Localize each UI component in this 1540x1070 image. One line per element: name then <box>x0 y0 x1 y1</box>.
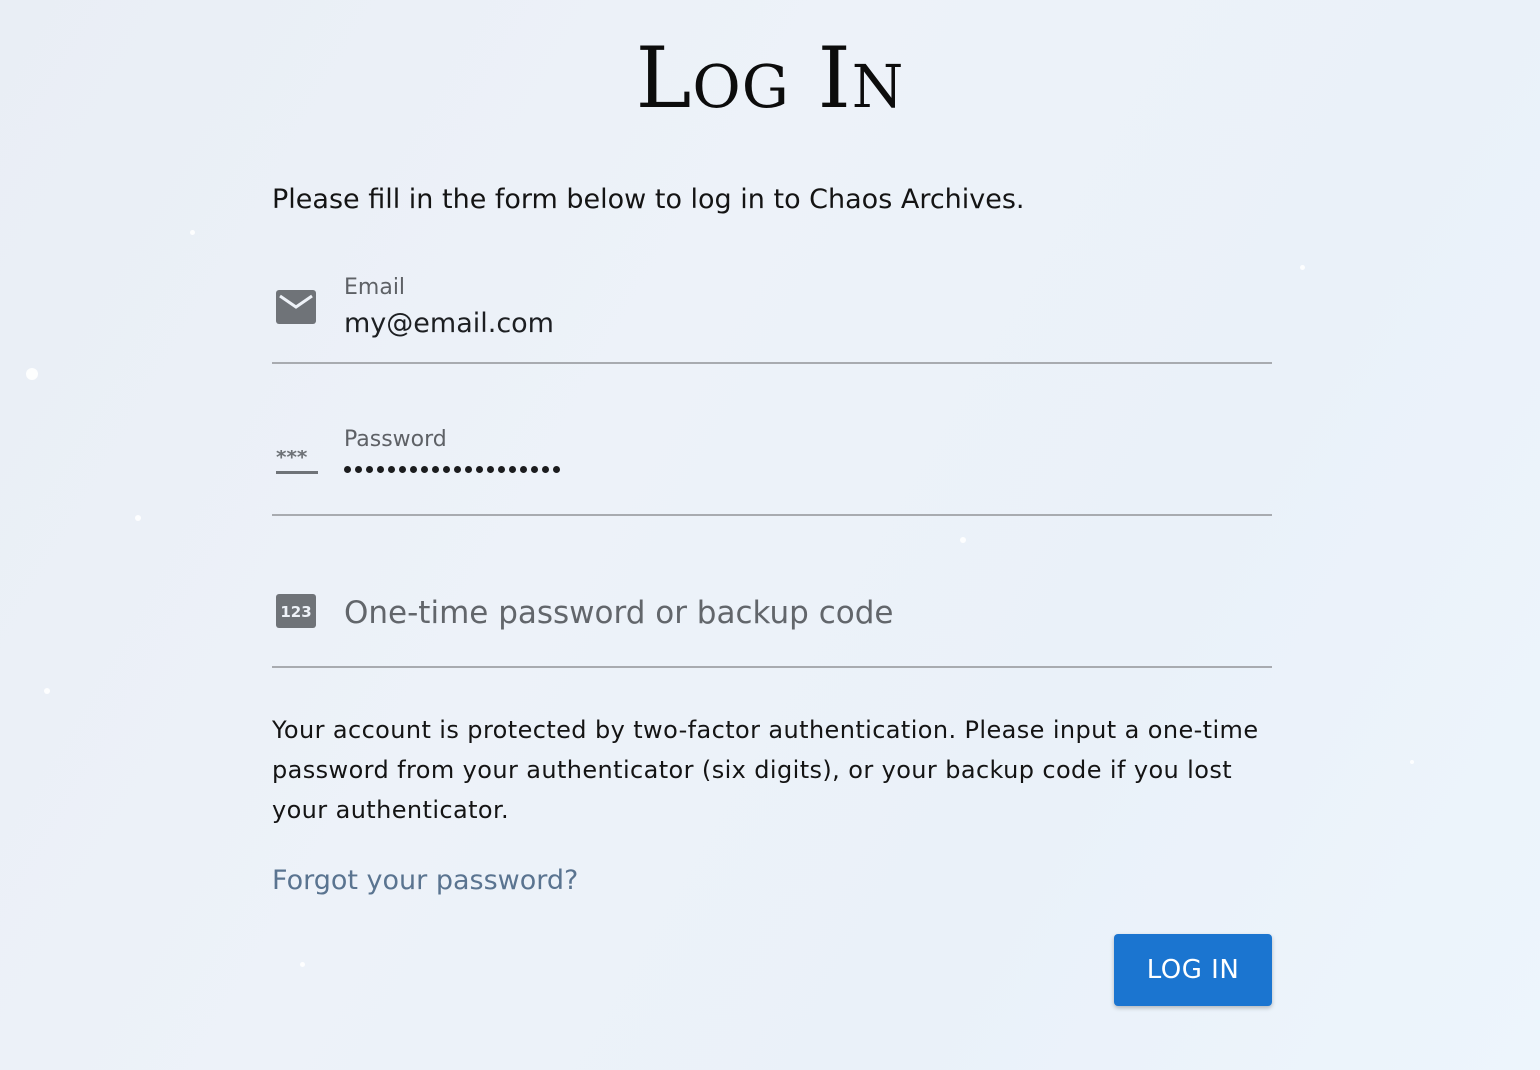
mail-icon <box>276 290 316 328</box>
password-mask-dot <box>531 466 538 473</box>
password-mask-dot <box>520 466 527 473</box>
password-mask-dot <box>399 466 406 473</box>
background-speck <box>135 515 141 521</box>
background-speck <box>26 368 38 380</box>
background-speck <box>1300 265 1305 270</box>
password-mask-dot <box>454 466 461 473</box>
password-mask-dot <box>366 466 373 473</box>
email-field[interactable]: Email my@email.com <box>272 270 1272 364</box>
otp-input[interactable] <box>344 590 1244 636</box>
page-title: Log In <box>635 29 905 127</box>
background-speck <box>44 688 50 694</box>
background-speck <box>1410 760 1414 764</box>
email-input[interactable]: my@email.com <box>344 306 554 342</box>
background-speck <box>300 962 305 967</box>
password-mask-dot <box>355 466 362 473</box>
password-mask-dot <box>421 466 428 473</box>
background-speck <box>960 537 966 543</box>
otp-field[interactable]: 123 <box>272 574 1272 668</box>
password-mask-dot <box>377 466 384 473</box>
password-mask-dot <box>443 466 450 473</box>
password-mask-dot <box>432 466 439 473</box>
password-mask-dot <box>509 466 516 473</box>
password-input[interactable] <box>344 466 560 473</box>
password-label: Password <box>344 427 447 452</box>
svg-text:***: *** <box>276 450 308 469</box>
password-mask-dot <box>498 466 505 473</box>
password-mask-dot <box>388 466 395 473</box>
password-field[interactable]: *** Password <box>272 422 1272 516</box>
login-button[interactable]: LOG IN <box>1114 934 1272 1006</box>
two-factor-note: Your account is protected by two-factor … <box>272 716 1259 824</box>
numeric-pad-icon-text: 123 <box>280 603 311 621</box>
password-mask-dot <box>476 466 483 473</box>
forgot-password-link[interactable]: Forgot your password? <box>272 862 578 900</box>
password-mask-dot <box>542 466 549 473</box>
email-label: Email <box>344 275 406 300</box>
password-mask-dot <box>553 466 560 473</box>
numeric-pad-icon: 123 <box>276 594 316 632</box>
password-mask-dot <box>487 466 494 473</box>
password-mask-dot <box>410 466 417 473</box>
intro-text: Please fill in the form below to log in … <box>272 184 1025 215</box>
password-icon: *** <box>276 445 320 480</box>
password-mask-dot <box>465 466 472 473</box>
background-speck <box>190 230 195 235</box>
password-mask-dot <box>344 466 351 473</box>
